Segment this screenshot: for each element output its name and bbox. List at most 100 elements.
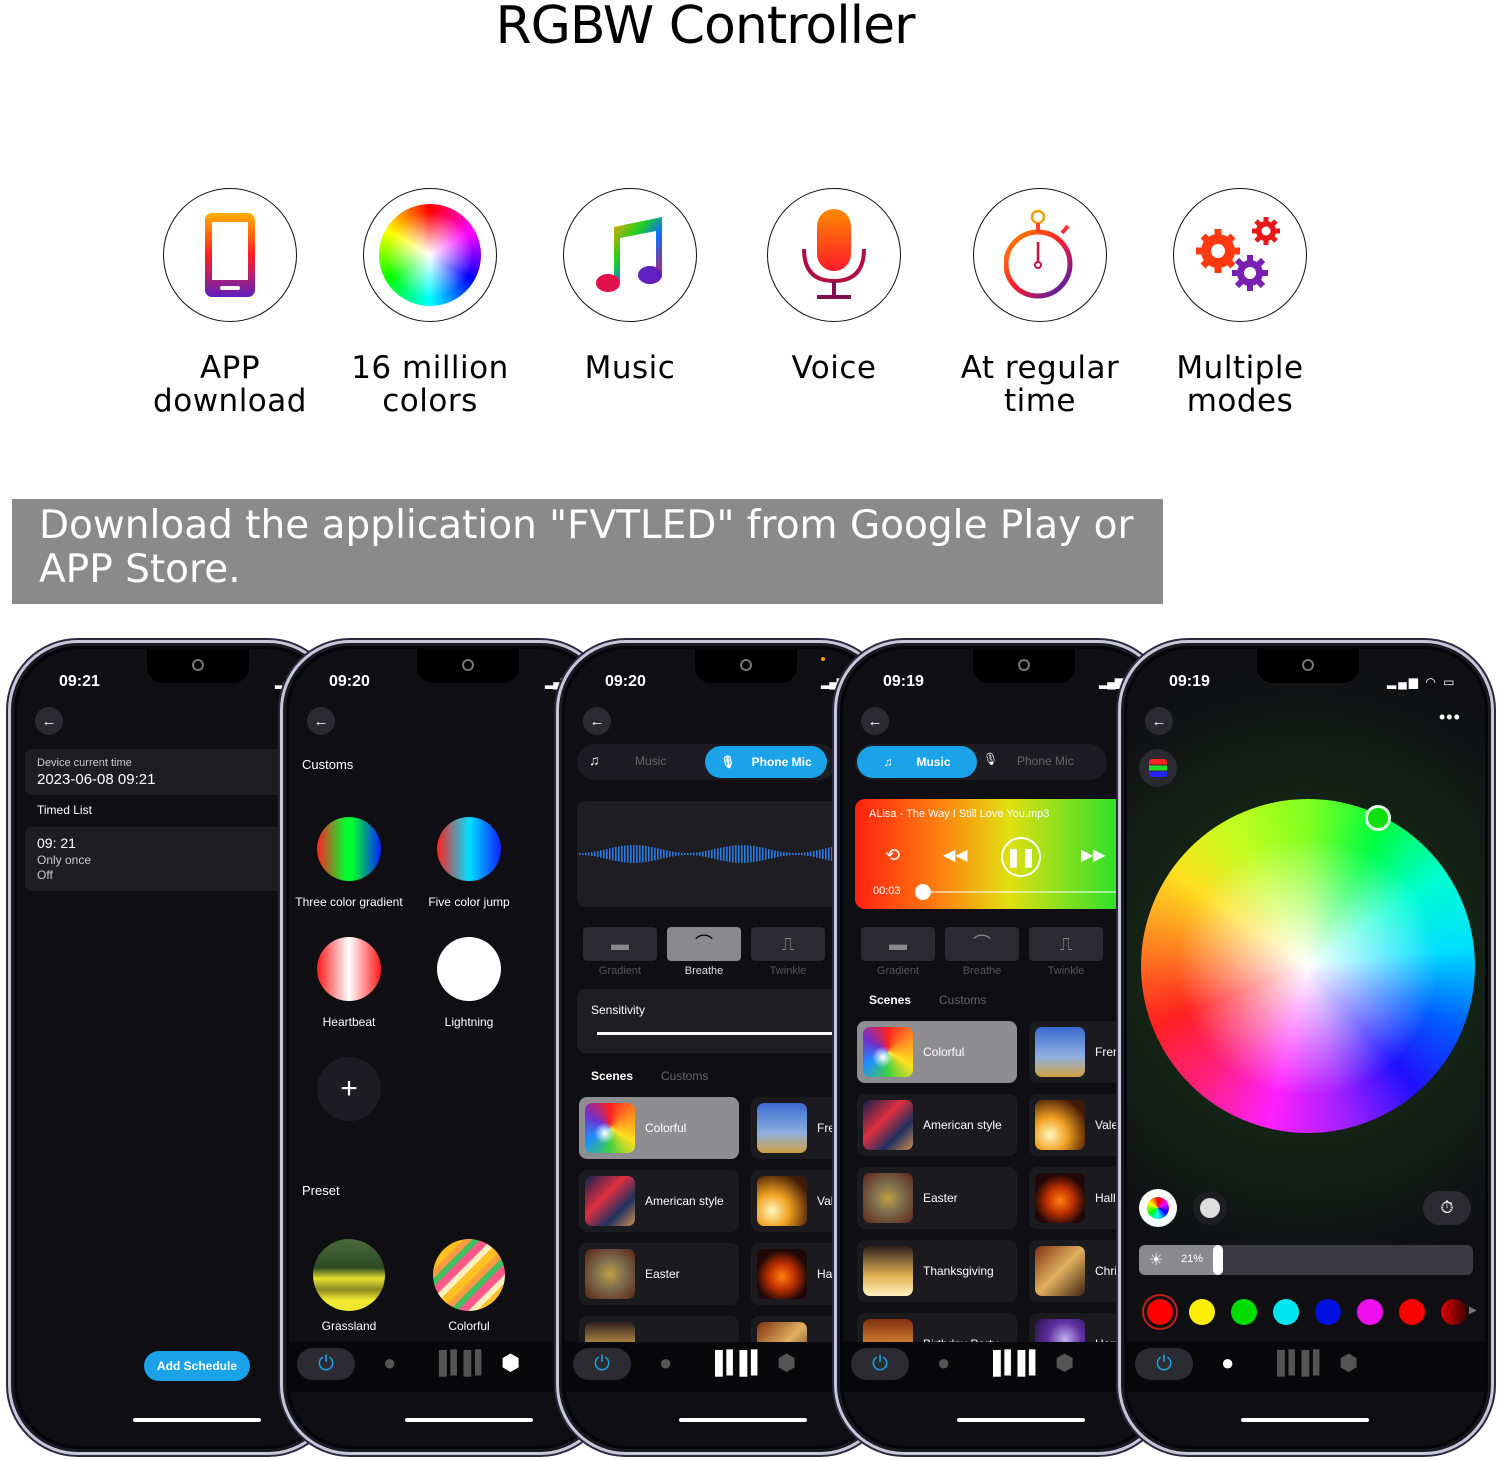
color-swatch[interactable] bbox=[1441, 1299, 1467, 1325]
mode-twinkle[interactable]: ⎍ bbox=[1029, 927, 1103, 961]
mode-twinkle[interactable]: ⎍ bbox=[751, 927, 825, 961]
scroll-right-icon[interactable]: ▶ bbox=[1469, 1305, 1477, 1316]
tab-scenes[interactable]: Scenes bbox=[591, 1069, 633, 1083]
waveform-bar bbox=[744, 845, 746, 863]
preset-label: Grassland bbox=[321, 1319, 377, 1333]
mode-label: Breathe bbox=[684, 965, 724, 977]
source-tab-music[interactable]: Music bbox=[635, 754, 666, 768]
scene-easter[interactable]: Easter bbox=[579, 1243, 739, 1305]
pause-button[interactable]: ❚❚ bbox=[1001, 837, 1041, 877]
scene-colorful[interactable]: Colorful bbox=[579, 1097, 739, 1159]
feature-label: At regular time bbox=[960, 350, 1120, 419]
more-options-button[interactable]: ••• bbox=[1439, 707, 1461, 728]
waveform-bar bbox=[609, 848, 611, 860]
scene-thumbnail bbox=[757, 1103, 807, 1153]
bulb-tab[interactable]: ● bbox=[1221, 1350, 1234, 1376]
waveform-bar bbox=[624, 845, 626, 863]
progress-thumb[interactable] bbox=[915, 884, 931, 900]
color-mode-button[interactable] bbox=[1139, 1189, 1177, 1227]
rgb-channel-button[interactable] bbox=[1139, 749, 1177, 787]
waveform-bar bbox=[717, 848, 719, 860]
waveform-bar bbox=[711, 849, 713, 859]
mode-breathe[interactable]: ⌒ bbox=[667, 927, 741, 961]
preset-colorful[interactable] bbox=[433, 1239, 505, 1311]
repeat-button[interactable]: ⟲ bbox=[885, 845, 900, 866]
modes-tab[interactable]: ⬢ bbox=[501, 1350, 520, 1376]
modes-tab[interactable]: ⬢ bbox=[1055, 1350, 1074, 1376]
tab-customs[interactable]: Customs bbox=[939, 993, 986, 1007]
back-button[interactable]: ← bbox=[1145, 707, 1173, 735]
waveform-bar bbox=[657, 848, 659, 860]
music-tab[interactable]: ▌▍▌▍ bbox=[715, 1350, 768, 1376]
back-button[interactable]: ← bbox=[35, 707, 63, 735]
music-tab[interactable]: ▌▍▌▍ bbox=[439, 1350, 492, 1376]
waveform-bar bbox=[627, 845, 629, 863]
music-tab[interactable]: ▌▍▌▍ bbox=[993, 1350, 1046, 1376]
waveform-bar bbox=[681, 852, 683, 856]
scene-easter[interactable]: Easter bbox=[857, 1167, 1017, 1229]
sensitivity-slider[interactable] bbox=[597, 1032, 847, 1035]
scene-colorful[interactable]: Colorful bbox=[857, 1021, 1017, 1083]
color-swatch[interactable] bbox=[1273, 1299, 1299, 1325]
waveform-bar bbox=[723, 847, 725, 861]
scene-thumbnail bbox=[1035, 1246, 1085, 1296]
modes-tab[interactable]: ⬢ bbox=[777, 1350, 796, 1376]
rewind-button[interactable]: ◀◀ bbox=[943, 845, 968, 865]
scene-american-style[interactable]: American style bbox=[579, 1170, 739, 1232]
white-mode-button[interactable] bbox=[1193, 1191, 1227, 1225]
mode-gradient[interactable]: ▬ bbox=[861, 927, 935, 961]
waveform-bar bbox=[630, 845, 632, 863]
color-swatch[interactable] bbox=[1231, 1299, 1257, 1325]
color-swatch[interactable] bbox=[1147, 1299, 1173, 1325]
color-swatch[interactable] bbox=[1315, 1299, 1341, 1325]
arrow-left-icon: ← bbox=[867, 712, 883, 730]
tab-customs[interactable]: Customs bbox=[661, 1069, 708, 1083]
fast-forward-button[interactable]: ▶▶ bbox=[1081, 845, 1106, 865]
source-tab-music[interactable]: ♫ Music bbox=[857, 746, 977, 778]
power-button[interactable]: ⏻ bbox=[573, 1348, 631, 1380]
mode-breathe[interactable]: ⌒ bbox=[945, 927, 1019, 961]
feature-music: Music bbox=[530, 188, 730, 385]
progress-track[interactable] bbox=[923, 891, 1133, 893]
custom-heartbeat[interactable] bbox=[317, 937, 381, 1001]
scene-thanksgiving[interactable]: Thanksgiving bbox=[857, 1240, 1017, 1302]
color-picker-handle[interactable] bbox=[1365, 805, 1391, 831]
modes-tab[interactable]: ⬢ bbox=[1339, 1350, 1358, 1376]
preset-grassland[interactable] bbox=[313, 1239, 385, 1311]
music-tab[interactable]: ▌▍▌▍ bbox=[1277, 1350, 1330, 1376]
custom-three-color-gradient[interactable] bbox=[317, 817, 381, 881]
bulb-tab[interactable]: ● bbox=[383, 1350, 396, 1376]
color-swatch[interactable] bbox=[1189, 1299, 1215, 1325]
tab-scenes[interactable]: Scenes bbox=[869, 993, 911, 1007]
power-button[interactable]: ⏻ bbox=[1135, 1348, 1193, 1380]
scene-american-style[interactable]: American style bbox=[857, 1094, 1017, 1156]
source-tab-phone-mic[interactable]: 🎙 Phone Mic bbox=[705, 746, 827, 778]
home-indicator bbox=[957, 1418, 1085, 1422]
back-button[interactable]: ← bbox=[583, 707, 611, 735]
source-tab-phone-mic[interactable]: Phone Mic bbox=[1017, 754, 1074, 768]
bulb-tab[interactable]: ● bbox=[937, 1350, 950, 1376]
scene-name: Thanksgiving bbox=[923, 1264, 994, 1278]
add-schedule-button[interactable]: Add Schedule bbox=[144, 1351, 250, 1381]
mode-gradient[interactable]: ▬ bbox=[583, 927, 657, 961]
timer-entry[interactable]: 09: 21 Only once Off bbox=[25, 827, 293, 891]
timed-list-label: Timed List bbox=[37, 803, 92, 817]
back-button[interactable]: ← bbox=[861, 707, 889, 735]
timer-button[interactable]: ⏱ bbox=[1423, 1191, 1471, 1225]
custom-five-color-jump[interactable] bbox=[437, 817, 501, 881]
brightness-slider[interactable]: ☀ 21% bbox=[1139, 1245, 1473, 1275]
waveform-bar bbox=[660, 849, 662, 859]
waveform-bar bbox=[615, 847, 617, 861]
color-wheel[interactable] bbox=[1141, 799, 1475, 1133]
color-swatch[interactable] bbox=[1399, 1299, 1425, 1325]
feature-app-download: APP download bbox=[130, 188, 330, 418]
power-button[interactable]: ⏻ bbox=[851, 1348, 909, 1380]
power-button[interactable]: ⏻ bbox=[297, 1348, 355, 1380]
color-swatch[interactable] bbox=[1357, 1299, 1383, 1325]
brightness-thumb[interactable] bbox=[1213, 1245, 1224, 1275]
back-button[interactable]: ← bbox=[307, 707, 335, 735]
waveform-bar bbox=[708, 850, 710, 858]
custom-lightning[interactable] bbox=[437, 937, 501, 1001]
bulb-tab[interactable]: ● bbox=[659, 1350, 672, 1376]
add-custom-button[interactable]: + bbox=[317, 1057, 381, 1121]
